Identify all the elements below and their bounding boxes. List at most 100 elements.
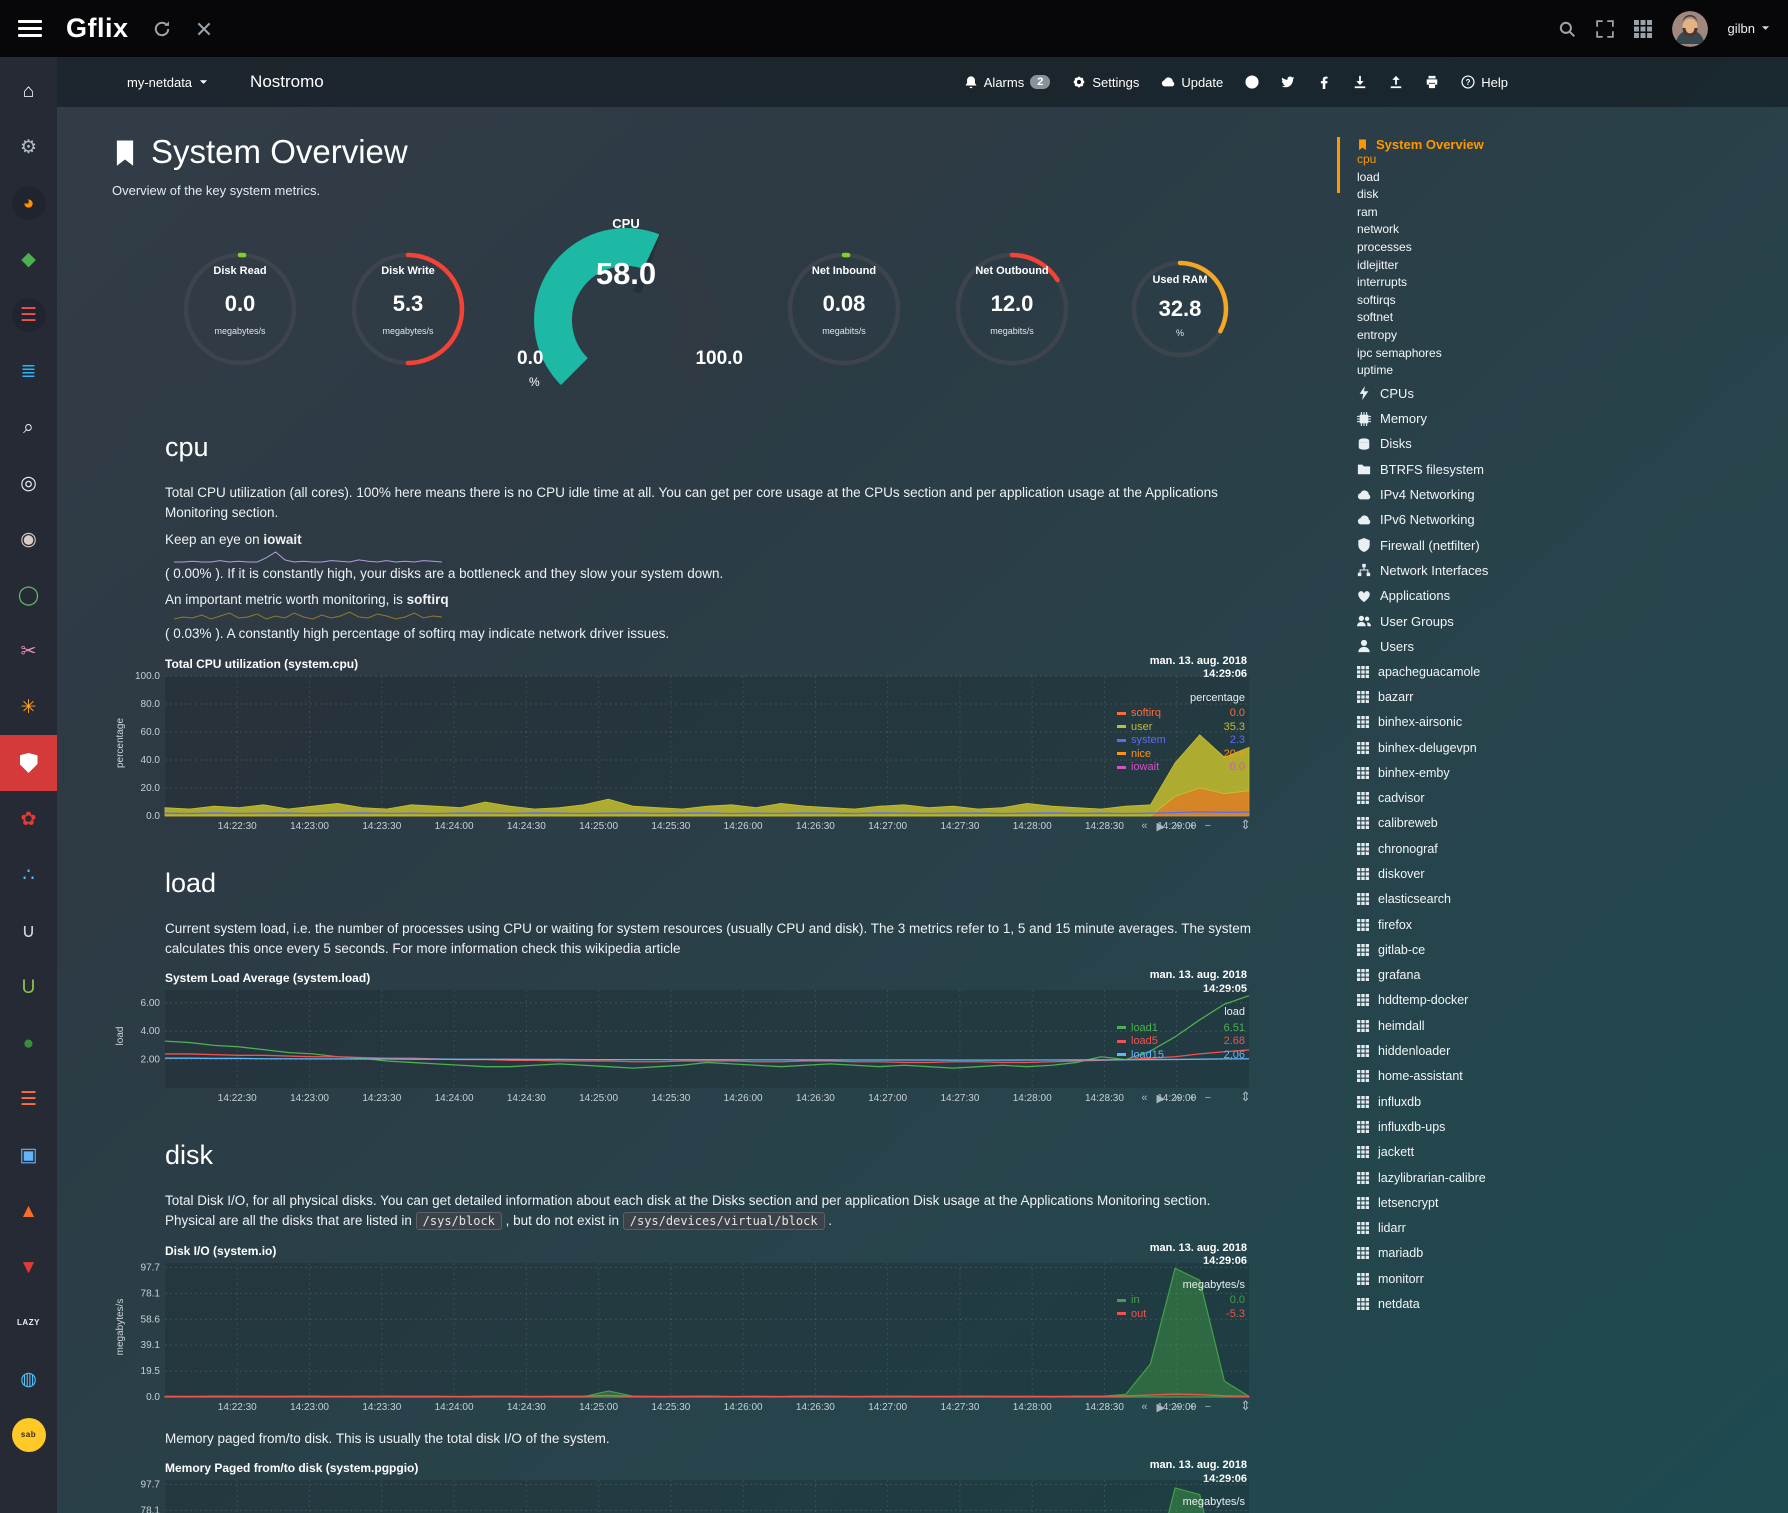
toc-sub-item[interactable]: ipc semaphores [1357, 346, 1592, 364]
lazylibrarian-app-icon[interactable]: LAZY [0, 1295, 57, 1351]
zoom-in-button[interactable]: + [1189, 1092, 1195, 1105]
toc-sub-item[interactable]: disk [1357, 187, 1592, 205]
toc-container-item[interactable]: gitlab-ce [1357, 937, 1592, 962]
orange-burst-app-icon[interactable]: ✳ [0, 679, 57, 735]
pan-backward-button[interactable]: « [1141, 820, 1147, 833]
pan-backward-button[interactable]: « [1141, 1401, 1147, 1414]
net-outbound-gauge[interactable]: Net Outbound 12.0 megabits/s [937, 234, 1087, 384]
gitlab-app-icon[interactable]: ▲ [0, 1183, 57, 1239]
pan-forward-button[interactable]: » [1174, 820, 1180, 833]
toc-container-item[interactable]: binhex-delugevpn [1357, 735, 1592, 760]
zoom-out-button[interactable]: − [1205, 1092, 1211, 1105]
zoom-out-button[interactable]: − [1205, 1401, 1211, 1414]
toc-container-item[interactable]: elasticsearch [1357, 887, 1592, 912]
export-icon[interactable] [1389, 75, 1403, 89]
settings-gear-icon[interactable]: ⚙ [0, 119, 57, 175]
toc-menu-item[interactable]: IPv4 Networking [1357, 482, 1592, 507]
toc-container-item[interactable]: grafana [1357, 963, 1592, 988]
out[interactable]: out -5.3 [1117, 1307, 1245, 1321]
zoom-in-button[interactable]: + [1189, 1401, 1195, 1414]
facebook-icon[interactable] [1317, 75, 1331, 89]
update-button[interactable]: Update [1161, 75, 1223, 90]
toc-container-item[interactable]: influxdb [1357, 1089, 1592, 1114]
toc-sub-item[interactable]: softirqs [1357, 293, 1592, 311]
white-ring-app-icon[interactable]: ◎ [0, 455, 57, 511]
dark-green-circle-app-icon[interactable]: ● [0, 1015, 57, 1071]
toc-menu-item[interactable]: CPUs [1357, 381, 1592, 406]
pan-forward-button[interactable]: » [1174, 1092, 1180, 1105]
nextcloud-app-icon[interactable]: ∴ [0, 847, 57, 903]
toc-container-item[interactable]: home-assistant [1357, 1064, 1592, 1089]
apps-grid-icon[interactable] [1634, 20, 1652, 38]
toc-container-item[interactable]: mariadb [1357, 1241, 1592, 1266]
toc-menu-item[interactable]: Disks [1357, 431, 1592, 456]
shield-app-icon[interactable] [0, 735, 57, 791]
toc-container-item[interactable]: chronograf [1357, 836, 1592, 861]
toc-menu-item[interactable]: Applications [1357, 583, 1592, 608]
chart-canvas[interactable]: 14:22:3014:23:0014:23:3014:24:0014:24:30… [119, 1474, 1255, 1513]
toc-container-item[interactable]: lazylibrarian-calibre [1357, 1165, 1592, 1190]
sab-app-icon[interactable]: sab [0, 1407, 57, 1463]
toc-container-item[interactable]: bazarr [1357, 684, 1592, 709]
play-button[interactable]: ▶ [1157, 1401, 1165, 1414]
play-button[interactable]: ▶ [1157, 1092, 1165, 1105]
load5[interactable]: load5 2.68 [1117, 1035, 1245, 1049]
chart-resize-handle[interactable]: ⇕ [1240, 817, 1251, 833]
toc-container-item[interactable]: firefox [1357, 912, 1592, 937]
disk-read-gauge[interactable]: Disk Read 0.0 megabytes/s [165, 234, 315, 384]
toc-container-item[interactable]: apacheguacamole [1357, 659, 1592, 684]
toc-container-item[interactable]: influxdb-ups [1357, 1114, 1592, 1139]
used-ram-gauge[interactable]: Used RAM 32.8 % [1105, 234, 1255, 384]
green-u-app-icon[interactable]: U [0, 959, 57, 1015]
github-icon[interactable] [1245, 75, 1259, 89]
toc-container-item[interactable]: hddtemp-docker [1357, 988, 1592, 1013]
help-button[interactable]: Help [1461, 75, 1508, 90]
red-crates-app-icon[interactable]: ☰ [0, 287, 57, 343]
home-icon[interactable]: ⌂ [0, 63, 57, 119]
refresh-tab-icon[interactable] [153, 20, 171, 38]
toc-sub-item[interactable]: uptime [1357, 363, 1592, 381]
toc-sub-item[interactable]: cpu [1357, 152, 1592, 170]
in[interactable]: in 0.0 [1117, 1294, 1245, 1308]
hamburger-menu-button[interactable] [18, 16, 42, 41]
toc-sub-item[interactable]: network [1357, 222, 1592, 240]
orange-swirl-app-icon[interactable]: ◕ [0, 175, 57, 231]
toc-container-item[interactable]: binhex-airsonic [1357, 710, 1592, 735]
scissors-app-icon[interactable]: ✂ [0, 623, 57, 679]
toc-sub-item[interactable]: softnet [1357, 310, 1592, 328]
user-avatar[interactable] [1672, 11, 1708, 47]
toc-container-item[interactable]: monitorr [1357, 1266, 1592, 1291]
toc-menu-item[interactable]: Firewall (netfilter) [1357, 533, 1592, 558]
twitter-icon[interactable] [1281, 75, 1295, 89]
chart-canvas[interactable]: 14:22:3014:23:0014:23:3014:24:0014:24:30… [119, 984, 1255, 1106]
toc-sub-item[interactable]: ram [1357, 205, 1592, 223]
softirq-sparkline-chart[interactable] [173, 610, 443, 624]
username-dropdown[interactable]: gilbn [1728, 21, 1770, 36]
search-icon[interactable] [1558, 20, 1576, 38]
tan-circle-app-icon[interactable]: ◉ [0, 511, 57, 567]
green-diamond-app-icon[interactable]: ◆ [0, 231, 57, 287]
toc-container-item[interactable]: calibreweb [1357, 811, 1592, 836]
pan-forward-button[interactable]: » [1174, 1401, 1180, 1414]
iowait-sparkline-chart[interactable] [173, 550, 443, 564]
toc-container-item[interactable]: diskover [1357, 861, 1592, 886]
toc-menu-item[interactable]: BTRFS filesystem [1357, 457, 1592, 482]
toc-menu-item[interactable]: IPv6 Networking [1357, 507, 1592, 532]
red-arrow-app-icon[interactable]: ▼ [0, 1239, 57, 1295]
blue-photo-app-icon[interactable]: ▣ [0, 1127, 57, 1183]
iowait[interactable]: iowait 0.0 [1117, 761, 1245, 775]
toc-menu-item[interactable]: User Groups [1357, 608, 1592, 633]
toc-sub-item[interactable]: interrupts [1357, 275, 1592, 293]
settings-button[interactable]: Settings [1072, 75, 1139, 90]
red-flower-app-icon[interactable]: ✿ [0, 791, 57, 847]
horseshoe-app-icon[interactable]: ∪ [0, 903, 57, 959]
toc-container-item[interactable]: netdata [1357, 1291, 1592, 1316]
disk-write-gauge[interactable]: Disk Write 5.3 megabytes/s [333, 234, 483, 384]
toc-container-item[interactable]: lidarr [1357, 1216, 1592, 1241]
toc-container-item[interactable]: letsencrypt [1357, 1190, 1592, 1215]
toc-system-overview[interactable]: System Overview [1357, 137, 1592, 152]
green-ring-app-icon[interactable]: ◯ [0, 567, 57, 623]
system[interactable]: system 2.3 [1117, 734, 1245, 748]
server-dropdown[interactable]: my-netdata [127, 75, 208, 90]
toc-container-item[interactable]: hiddenloader [1357, 1038, 1592, 1063]
